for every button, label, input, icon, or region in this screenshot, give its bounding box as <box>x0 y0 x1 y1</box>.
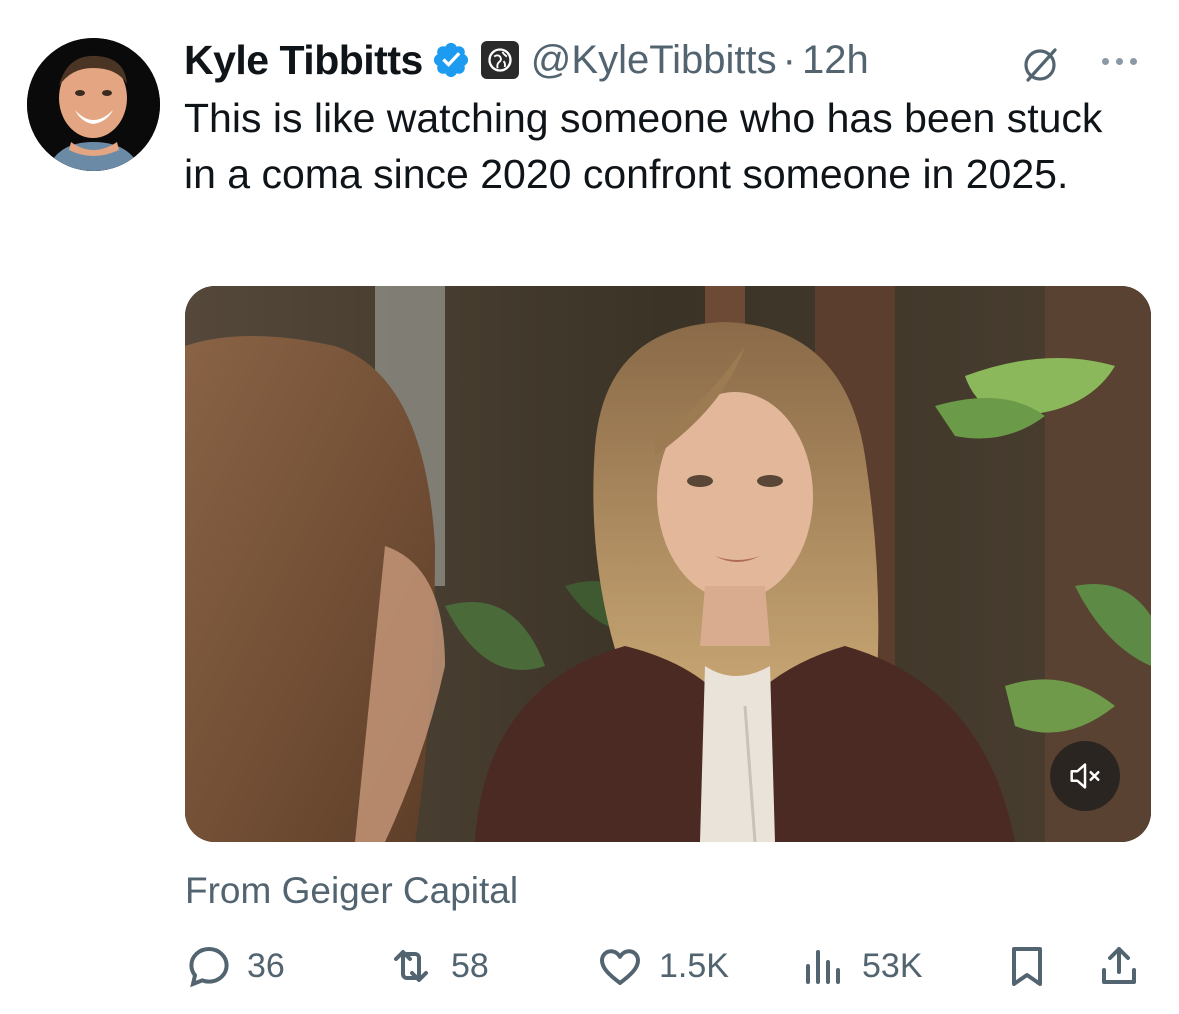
like-count: 1.5K <box>659 946 729 985</box>
action-bar: 36 58 1.5K 53K <box>185 938 1150 994</box>
repost-icon <box>394 950 428 982</box>
tweet[interactable]: Kyle Tibbitts @KyleTibbitts · 12h This i… <box>0 0 1179 1014</box>
repost-count: 58 <box>451 946 489 985</box>
grok-icon[interactable] <box>1019 42 1063 86</box>
avatar[interactable] <box>27 38 160 171</box>
timestamp[interactable]: 12h <box>802 38 869 83</box>
avatar-image <box>27 38 160 171</box>
like-button[interactable]: 1.5K <box>595 938 729 994</box>
bookmark-button[interactable] <box>1003 938 1051 994</box>
tweet-header: Kyle Tibbitts @KyleTibbitts · 12h <box>184 30 1149 90</box>
video-media[interactable] <box>185 286 1151 842</box>
bookmark-icon <box>1012 947 1042 986</box>
like-icon <box>600 949 640 985</box>
reply-button[interactable]: 36 <box>185 938 285 994</box>
affiliate-badge-icon[interactable] <box>480 41 519 79</box>
share-button[interactable] <box>1095 938 1143 994</box>
separator-dot: · <box>782 37 796 82</box>
tweet-text: This is like watching someone who has be… <box>184 95 1103 197</box>
verified-badge-icon[interactable] <box>431 40 471 80</box>
mute-icon[interactable] <box>1050 741 1120 811</box>
video-frame <box>185 286 1151 842</box>
media-source[interactable]: From Geiger Capital <box>185 870 518 912</box>
more-icon[interactable] <box>1089 36 1149 86</box>
share-icon <box>1102 947 1136 984</box>
views-count: 53K <box>862 946 923 985</box>
views-icon <box>806 950 840 984</box>
reply-count: 36 <box>247 946 285 985</box>
author-name[interactable]: Kyle Tibbitts <box>184 37 423 84</box>
repost-button[interactable]: 58 <box>385 938 489 994</box>
author-handle[interactable]: @KyleTibbitts <box>531 38 777 83</box>
views-button[interactable]: 53K <box>800 938 923 994</box>
reply-icon <box>189 946 229 988</box>
